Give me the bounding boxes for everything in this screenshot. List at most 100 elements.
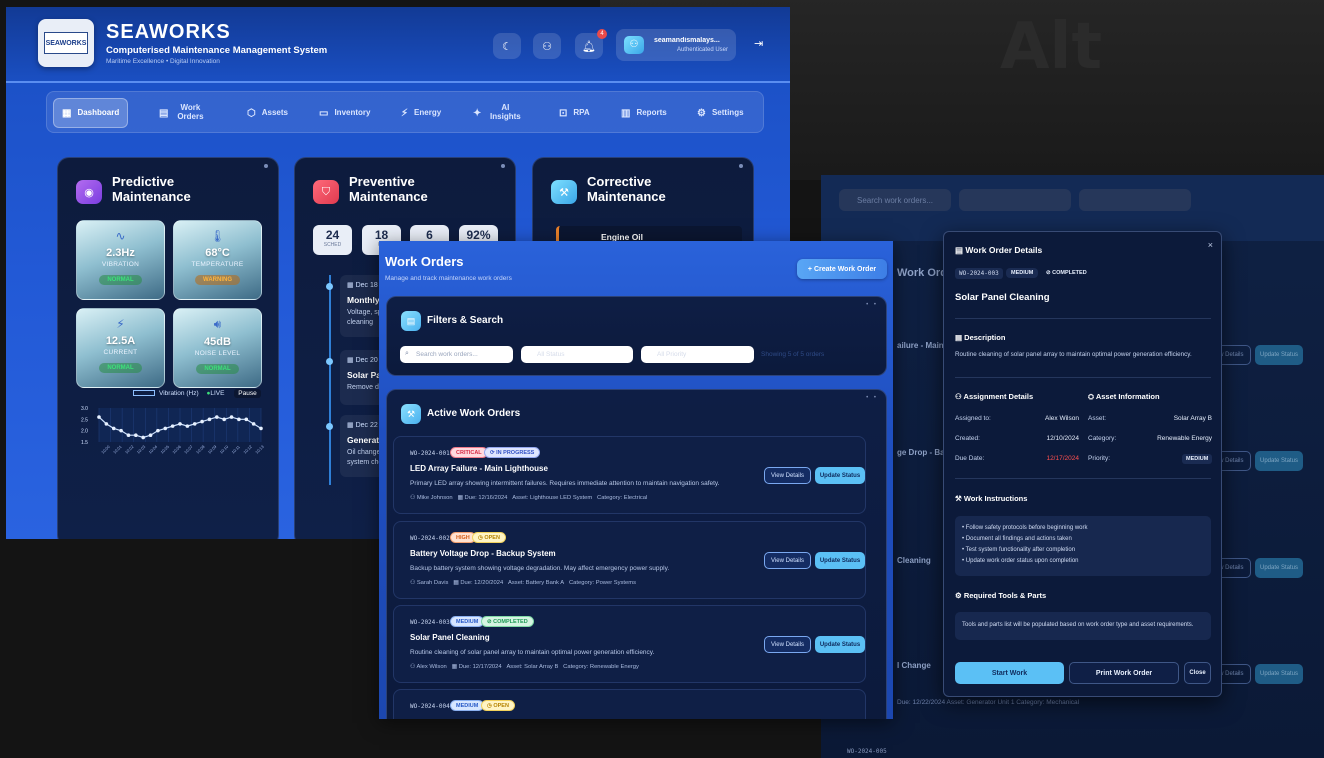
background-ghost-text: Alt: [1000, 10, 1103, 84]
work-order-code: WO-2024-001: [410, 450, 450, 457]
work-order-card[interactable]: WO-2024-002 HIGH ◷ OPEN Battery Voltage …: [393, 521, 866, 599]
nav-inventory[interactable]: ▭ Inventory: [311, 98, 378, 128]
view-details-button[interactable]: View Details: [764, 467, 811, 484]
status-badge: ◷ OPEN: [472, 532, 506, 543]
status-placeholder: All Status: [537, 351, 565, 358]
work-order-meta: ⚇ Sarah Davis ▦ Due: 12/20/2024 Asset: B…: [410, 580, 636, 586]
nav-reports[interactable]: ▥ Reports: [613, 98, 675, 128]
user-menu[interactable]: ⚇ seamandismalays... Authenticated User: [616, 29, 736, 61]
tools-text: Tools and parts list will be populated b…: [962, 622, 1194, 628]
robot-icon: ⊡: [559, 107, 568, 119]
update-status-button[interactable]: Update Status: [815, 467, 865, 484]
x-tick-label: 10:05: [159, 444, 170, 455]
background-update-button[interactable]: Update Status: [1255, 558, 1303, 578]
work-order-meta: ⚇ Alex Wilson ▦ Due: 12/17/2024 Asset: S…: [410, 664, 639, 670]
notifications-button[interactable]: 🔔︎ 4: [575, 29, 607, 59]
nav-work-orders[interactable]: ▤ Work Orders: [151, 98, 219, 128]
pm-stat-label: SCHED: [323, 242, 342, 248]
work-orders-title: Work Orders: [385, 254, 464, 269]
data-point: [222, 417, 226, 422]
nav-dashboard[interactable]: ▦ Dashboard: [53, 98, 129, 128]
update-status-button[interactable]: Update Status: [815, 636, 865, 653]
priority-select[interactable]: All Priority: [641, 346, 754, 363]
category-value: Renewable Energy: [1157, 435, 1212, 442]
search-input[interactable]: ⌕ Search work orders...: [400, 346, 513, 363]
data-point: [163, 426, 168, 431]
close-icon[interactable]: ×: [1208, 240, 1213, 250]
instructions-heading-text: Work Instructions: [963, 494, 1028, 503]
y-tick-label: 1.5: [81, 440, 88, 446]
data-point: [237, 417, 241, 422]
work-order-card[interactable]: WO-2024-004 MEDIUM ◷ OPEN: [393, 689, 866, 719]
users-button[interactable]: ⚇: [533, 33, 561, 59]
metric-status: NORMAL: [196, 364, 239, 374]
live-label: LIVE: [210, 390, 225, 397]
timeline-line: [329, 275, 331, 485]
pm-item-date: Dec 20: [355, 357, 378, 364]
view-details-button[interactable]: View Details: [764, 636, 811, 653]
instructions-box: • Follow safety protocols before beginni…: [955, 516, 1211, 576]
x-tick-label: 10:07: [183, 444, 194, 455]
data-point: [229, 415, 234, 419]
nav-energy[interactable]: ⚡︎ Energy: [393, 98, 449, 128]
work-order-code: WO-2024-003: [410, 619, 450, 626]
background-update-button[interactable]: Update Status: [1255, 345, 1303, 365]
work-order-meta: ⚇ Mike Johnson ▦ Due: 12/16/2024 Asset: …: [410, 495, 647, 501]
user-name: seamandismalays...: [654, 37, 720, 44]
created-value: 12/10/2024: [1046, 435, 1079, 442]
theme-toggle-button[interactable]: ☾: [493, 33, 521, 59]
nav-label: Dashboard: [77, 107, 120, 117]
asset: Asset: Lighthouse LED System: [512, 495, 593, 501]
view-details-button[interactable]: View Details: [764, 552, 811, 569]
priority-badge: MEDIUM: [450, 700, 485, 711]
metric-noise: 🔊︎ 45dB NOISE LEVEL NORMAL: [173, 308, 262, 388]
asset: Asset: Battery Bank A: [508, 580, 565, 586]
user-icon: ⚇: [410, 580, 417, 586]
x-tick-label: 10:04: [148, 444, 159, 455]
data-point: [126, 433, 131, 437]
instruction-item: • Document all findings and actions take…: [962, 536, 1072, 542]
metric-value: 68°C: [205, 247, 230, 259]
metric-value: 2.3Hz: [106, 247, 135, 259]
pm-item-date: Dec 18: [355, 282, 378, 289]
category: Category: Power Systems: [568, 580, 636, 586]
thermometer-icon: 🌡︎: [209, 229, 226, 243]
pause-button[interactable]: Pause: [234, 389, 261, 398]
cube-icon: ⬡: [247, 107, 256, 119]
status-badge: ⟳ IN PROGRESS: [484, 447, 541, 458]
modal-header-text: Work Order Details: [965, 245, 1043, 255]
close-button[interactable]: Close: [1184, 662, 1211, 684]
work-order-card[interactable]: WO-2024-003 MEDIUM ⊘ COMPLETED Solar Pan…: [393, 605, 866, 683]
brand-title: SEAWORKS: [106, 21, 231, 43]
status-select[interactable]: All Status: [521, 346, 633, 363]
create-work-order-button[interactable]: + Create Work Order: [797, 259, 887, 279]
start-work-button[interactable]: Start Work: [955, 662, 1064, 684]
background-row-meta: Due: 12/22/2024 Asset: Generator Unit 1 …: [897, 699, 1080, 706]
print-work-order-button[interactable]: Print Work Order: [1069, 662, 1179, 684]
seaworks-logo: SEAWORKS: [38, 19, 94, 67]
work-order-card[interactable]: WO-2024-001 CRITICAL ⟳ IN PROGRESS LED A…: [393, 436, 866, 514]
calendar-icon: ▦: [457, 495, 465, 501]
metric-label: CURRENT: [103, 349, 138, 356]
nav-rpa[interactable]: ⊡ RPA: [551, 98, 598, 128]
background-update-button[interactable]: Update Status: [1255, 664, 1303, 684]
nav-label: Inventory: [334, 107, 371, 117]
nav-label: Reports: [636, 107, 667, 117]
dashboard-header: SEAWORKS SEAWORKS Computerised Maintenan…: [6, 7, 790, 83]
logout-icon[interactable]: ⇥: [754, 37, 763, 50]
metric-current: ⚡︎ 12.5A CURRENT NORMAL: [76, 308, 165, 388]
divider: [955, 318, 1211, 319]
work-order-description: Primary LED array showing intermittent f…: [410, 480, 720, 487]
nav-ai-insights[interactable]: ✦ AI Insights: [465, 98, 541, 128]
sparkle-icon: ✦: [473, 107, 482, 119]
work-order-title: Battery Voltage Drop - Backup System: [410, 549, 556, 558]
nav-settings[interactable]: ⚙ Settings: [689, 98, 752, 128]
nav-label: RPA: [573, 107, 590, 117]
asset: Asset: Solar Array B: [506, 664, 559, 670]
nav-assets[interactable]: ⬡ Assets: [239, 98, 296, 128]
metric-label: VIBRATION: [101, 261, 140, 268]
update-status-button[interactable]: Update Status: [815, 552, 865, 569]
background-update-button[interactable]: Update Status: [1255, 451, 1303, 471]
pm-stat-value: 24: [325, 228, 340, 242]
data-point: [141, 435, 145, 440]
